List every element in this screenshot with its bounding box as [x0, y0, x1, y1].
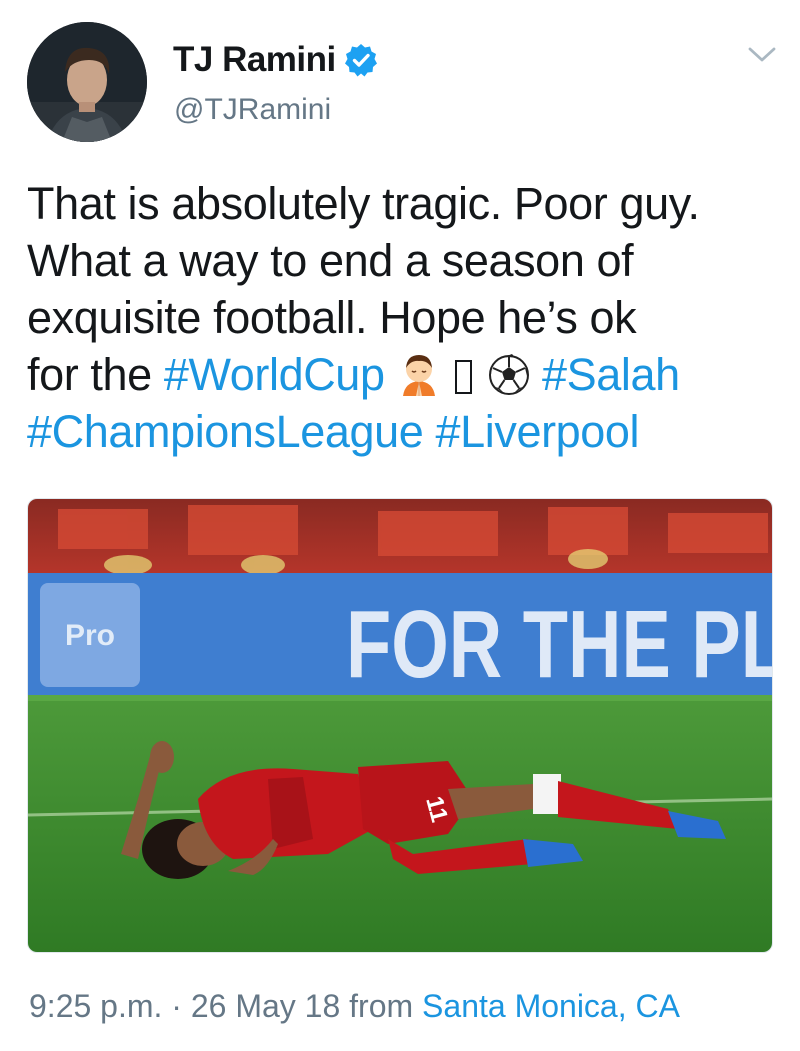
tweet-metadata: 9:25 p.m. · 26 May 18 from Santa Monica,…: [29, 988, 680, 1025]
tweet-text-line: That is absolutely tragic. Poor guy.: [27, 178, 700, 229]
ad-board-logo: Pro: [65, 619, 115, 652]
hashtag-liverpool[interactable]: #Liverpool: [436, 406, 640, 457]
missing-glyph: [454, 360, 472, 394]
author-display-name[interactable]: TJ Ramini: [173, 40, 336, 80]
tweet-text-fragment: for the: [27, 349, 164, 400]
hashtag-championsleague[interactable]: #ChampionsLeague: [27, 406, 424, 457]
tweet-text-line: #ChampionsLeague #Liverpool: [27, 403, 782, 460]
verified-badge-icon: [344, 44, 377, 77]
tweet-date[interactable]: 26 May 18: [191, 988, 340, 1024]
profile-avatar[interactable]: [27, 22, 147, 142]
tweet-text-line: What a way to end a season of: [27, 235, 634, 286]
from-label: from: [349, 988, 414, 1024]
hashtag-salah[interactable]: #Salah: [542, 349, 680, 400]
meta-separator: ·: [171, 988, 182, 1024]
soccer-ball-emoji: [488, 354, 529, 395]
photo-illustration: Pro FOR THE PL 11: [28, 499, 773, 952]
praying-person-emoji: [402, 355, 435, 396]
chevron-down-icon[interactable]: [747, 45, 777, 65]
ad-board-banner-text: FOR THE PL: [346, 591, 773, 698]
hashtag-worldcup[interactable]: #WorldCup: [164, 349, 385, 400]
tweet-text: That is absolutely tragic. Poor guy. Wha…: [27, 175, 782, 460]
author-name-row[interactable]: TJ Ramini: [173, 38, 378, 82]
tweet-text-line: exquisite football. Hope he’s ok: [27, 292, 637, 343]
author-handle[interactable]: @TJRamini: [174, 93, 331, 127]
tweet-photo[interactable]: Pro FOR THE PL 11: [27, 498, 773, 953]
tweet-text-line: for the #WorldCup #Salah: [27, 346, 782, 403]
tweet-location-link[interactable]: Santa Monica, CA: [422, 988, 680, 1024]
avatar-image: [27, 22, 147, 142]
tweet-time[interactable]: 9:25 p.m.: [29, 988, 162, 1024]
